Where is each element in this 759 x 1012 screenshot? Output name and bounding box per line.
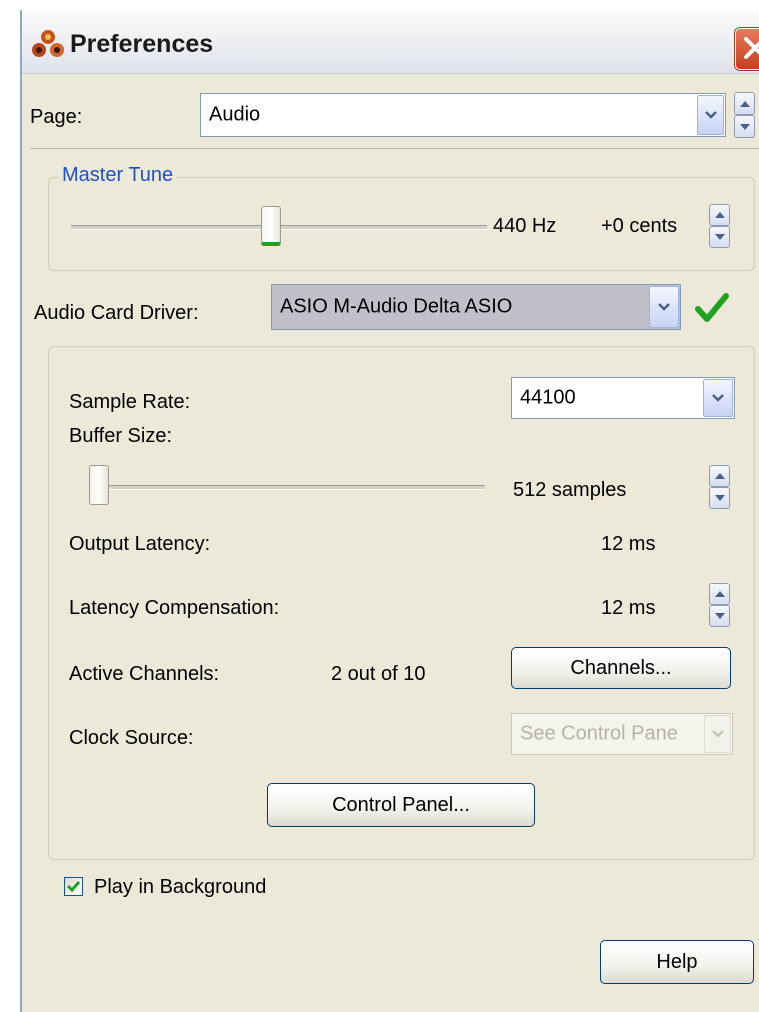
- audio-card-driver-dropdown[interactable]: ASIO M-Audio Delta ASIO: [271, 284, 681, 330]
- page-spinner[interactable]: [734, 92, 755, 138]
- latency-compensation-label: Latency Compensation:: [69, 597, 280, 619]
- buffer-size-spinner[interactable]: [709, 465, 730, 509]
- audio-settings-group: Sample Rate: 44100 Buffer Size: 512 samp…: [48, 346, 755, 860]
- window-title: Preferences: [70, 30, 214, 58]
- active-channels-label: Active Channels:: [69, 663, 220, 685]
- sample-rate-label: Sample Rate:: [69, 391, 191, 413]
- master-tune-cents: +0 cents: [601, 215, 678, 237]
- spin-down-button[interactable]: [734, 115, 755, 138]
- help-button[interactable]: Help: [600, 940, 754, 984]
- preferences-window: Preferences Page: Audio Master Tune 440 …: [20, 10, 759, 1012]
- active-channels-value: 2 out of 10: [331, 663, 426, 685]
- clock-source-label: Clock Source:: [69, 727, 194, 749]
- sample-rate-dropdown[interactable]: 44100: [511, 377, 735, 419]
- chevron-down-icon[interactable]: [703, 379, 733, 417]
- close-button[interactable]: [735, 28, 759, 70]
- master-tune-slider-thumb[interactable]: [260, 206, 281, 246]
- spin-up-button[interactable]: [709, 583, 730, 605]
- spin-down-button[interactable]: [709, 226, 730, 248]
- control-panel-button[interactable]: Control Panel...: [267, 783, 535, 827]
- master-tune-frequency: 440 Hz: [493, 215, 557, 237]
- output-latency-label: Output Latency:: [69, 533, 211, 555]
- audio-card-driver-label: Audio Card Driver:: [34, 302, 199, 324]
- latency-compensation-spinner[interactable]: [709, 583, 730, 627]
- buffer-size-slider-track[interactable]: [89, 485, 485, 490]
- separator: [30, 148, 759, 149]
- title-bar[interactable]: Preferences: [22, 10, 759, 74]
- channels-button[interactable]: Channels...: [511, 647, 731, 689]
- chevron-down-icon[interactable]: [697, 95, 724, 135]
- buffer-size-value: 512 samples: [513, 479, 627, 501]
- page-dropdown-value: Audio: [209, 103, 261, 126]
- buffer-size-label: Buffer Size:: [69, 425, 173, 447]
- spin-up-button[interactable]: [709, 204, 730, 226]
- app-logo-icon: [30, 28, 66, 60]
- page-label: Page:: [30, 106, 83, 128]
- latency-compensation-value: 12 ms: [601, 597, 656, 619]
- page-dropdown[interactable]: Audio: [200, 93, 726, 137]
- clock-source-dropdown[interactable]: See Control Pane: [511, 713, 733, 755]
- cents-spinner[interactable]: [709, 204, 730, 248]
- spin-down-button[interactable]: [709, 487, 730, 509]
- clock-source-value: See Control Pane: [520, 722, 678, 745]
- spin-up-button[interactable]: [709, 465, 730, 487]
- chevron-down-icon[interactable]: [704, 715, 731, 753]
- buffer-size-slider-thumb[interactable]: [89, 465, 109, 505]
- master-tune-legend: Master Tune: [59, 164, 177, 187]
- spin-down-button[interactable]: [709, 605, 730, 627]
- master-tune-group: Master Tune 440 Hz +0 cents: [48, 164, 755, 271]
- sample-rate-value: 44100: [520, 386, 576, 409]
- chevron-down-icon[interactable]: [649, 286, 679, 328]
- output-latency-value: 12 ms: [601, 533, 656, 555]
- play-in-background-checkbox[interactable]: [64, 877, 83, 896]
- audio-card-driver-value: ASIO M-Audio Delta ASIO: [280, 295, 513, 318]
- spin-up-button[interactable]: [734, 92, 755, 115]
- play-in-background-label[interactable]: Play in Background: [94, 876, 266, 899]
- green-checkmark-icon: [695, 293, 729, 328]
